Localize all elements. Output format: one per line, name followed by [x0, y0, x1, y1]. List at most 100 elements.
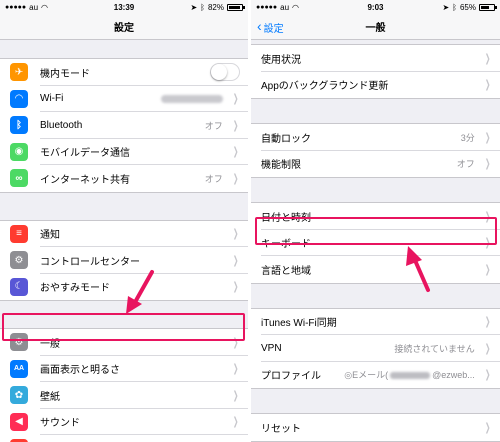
row-value: オフ — [456, 159, 475, 170]
settings-row[interactable]: 使用状況 ❯ — [251, 45, 500, 72]
wifi-status-icon: ◠ — [41, 2, 49, 12]
settings-row[interactable]: AA 画面表示と明るさ ❯ — [0, 356, 248, 382]
row-label: iTunes Wi-Fi同期 — [261, 318, 337, 330]
settings-row[interactable]: リセット ❯ — [251, 414, 500, 441]
chevron-right-icon: ❯ — [484, 52, 491, 65]
display-brightness-icon: AA — [10, 359, 28, 378]
row-label: サウンド — [40, 418, 80, 430]
settings-row[interactable]: Appのバックグラウンド更新 ❯ — [251, 72, 500, 99]
settings-row[interactable]: ᛒ Bluetooth オフ ❯ — [0, 112, 248, 139]
settings-row[interactable]: 機能制限 オフ ❯ — [251, 151, 500, 178]
settings-group: 自動ロック 3分 ❯ 機能制限 オフ ❯ — [251, 124, 500, 178]
row-label: プロファイル — [261, 371, 321, 383]
chevron-right-icon: ❯ — [484, 369, 491, 382]
row-value: ◎Eメール( @ezweb... — [344, 368, 475, 381]
row-label: コントロールセンター — [40, 256, 140, 268]
chevron-left-icon: ‹ — [257, 18, 262, 34]
hotspot-icon: ∞ — [10, 169, 28, 188]
row-label: 自動ロック — [261, 133, 311, 145]
chevron-right-icon: ❯ — [484, 421, 491, 434]
settings-row[interactable]: キーボード ❯ — [251, 230, 500, 256]
bluetooth-status-icon: ᛒ — [200, 2, 205, 12]
redacted-network-name — [160, 94, 223, 103]
airplane-mode-toggle[interactable] — [210, 63, 240, 82]
row-value: オフ — [204, 120, 223, 131]
row-label: 使用状況 — [261, 54, 301, 66]
chevron-right-icon: ❯ — [232, 254, 239, 267]
row-label: モバイルデータ通信 — [40, 148, 130, 160]
airplane-icon: ✈ — [10, 63, 28, 82]
back-button[interactable]: ‹ 設定 — [257, 14, 284, 40]
battery-percent: 82% — [207, 2, 224, 12]
wifi-icon: ◠ — [10, 89, 28, 108]
settings-row[interactable]: 言語と地域 ❯ — [251, 256, 500, 283]
settings-row[interactable]: プロファイル ◎Eメール( @ezweb... ❯ — [251, 362, 500, 389]
chevron-right-icon: ❯ — [484, 263, 491, 276]
settings-row[interactable]: ≡ 通知 ❯ — [0, 221, 248, 247]
row-label: キーボード — [261, 239, 311, 251]
redacted-email — [390, 372, 431, 380]
signal-dots-icon: ●●●●● — [5, 3, 27, 11]
sound-icon: ◀ — [10, 412, 28, 431]
row-label: 壁紙 — [40, 391, 60, 403]
page-title: 設定 — [114, 23, 134, 34]
settings-group: 使用状況 ❯ Appのバックグラウンド更新 ❯ — [251, 45, 500, 99]
settings-row[interactable]: ⚙ コントロールセンター ❯ — [0, 247, 248, 274]
chevron-right-icon: ❯ — [484, 131, 491, 144]
row-label: 機能制限 — [261, 160, 301, 172]
settings-row[interactable]: ◠ Wi-Fi ❯ — [0, 86, 248, 112]
settings-row[interactable]: 自動ロック 3分 ❯ — [251, 124, 500, 151]
chevron-right-icon: ❯ — [232, 172, 239, 185]
settings-row[interactable]: ✈ 機内モード — [0, 59, 248, 86]
settings-group: ⚙ 一般 ❯ AA 画面表示と明るさ ❯ ✿ 壁紙 ❯ ◀ サウンド ❯ ◎Touch IDとパスコード… — [0, 329, 248, 442]
chevron-right-icon: ❯ — [484, 342, 491, 355]
status-bar: ●●●●● au ◠ 9:03 ➤ ᛒ 65% — [251, 0, 500, 14]
cellular-icon: ◉ — [10, 142, 28, 161]
settings-row[interactable]: 日付と時刻 ❯ — [251, 203, 500, 230]
battery-icon — [227, 3, 245, 11]
settings-row[interactable]: ∞ インターネット共有 オフ ❯ — [0, 165, 248, 192]
profile-value-suffix: @ezweb... — [432, 370, 475, 381]
chevron-right-icon: ❯ — [232, 336, 239, 349]
settings-group: リセット ❯ — [251, 414, 500, 442]
settings-row[interactable]: ☾ おやすみモード ❯ — [0, 274, 248, 301]
settings-group: ≡ 通知 ❯ ⚙ コントロールセンター ❯ ☾ おやすみモード ❯ — [0, 220, 248, 301]
section-gap — [0, 301, 248, 329]
profile-value-prefix: ◎Eメール( — [344, 370, 389, 381]
chevron-right-icon: ❯ — [232, 228, 239, 241]
location-icon: ➤ — [190, 2, 198, 12]
row-label: リセット — [261, 423, 301, 435]
row-label: 日付と時刻 — [261, 212, 311, 224]
settings-row[interactable]: ◉ モバイルデータ通信 ❯ — [0, 139, 248, 165]
section-gap — [0, 40, 248, 59]
chevron-right-icon: ❯ — [484, 79, 491, 92]
row-label: 通知 — [40, 230, 60, 242]
section-gap — [251, 99, 500, 124]
carrier-label: au — [280, 2, 290, 12]
row-label: 一般 — [40, 338, 60, 350]
settings-row[interactable]: VPN 接続されていません ❯ — [251, 335, 500, 362]
section-gap — [0, 192, 248, 221]
chevron-right-icon: ❯ — [232, 363, 239, 376]
chevron-right-icon: ❯ — [232, 146, 239, 159]
row-label: 機内モード — [40, 68, 90, 80]
notifications-icon: ≡ — [10, 224, 28, 243]
bluetooth-icon: ᛒ — [10, 116, 28, 135]
wifi-status-icon: ◠ — [292, 2, 300, 12]
signal-dots-icon: ●●●●● — [256, 3, 278, 11]
battery-icon — [479, 3, 497, 11]
settings-row[interactable]: ⚙ 一般 ❯ — [0, 329, 248, 356]
settings-screen: ●●●●● au ◠ 13:39 ➤ ᛒ 82% 設定 ✈ 機内モード ◠ Wi-Fi… — [0, 0, 248, 442]
back-label: 設定 — [263, 23, 284, 35]
chevron-right-icon: ❯ — [484, 316, 491, 329]
chevron-right-icon: ❯ — [232, 389, 239, 402]
settings-group: ✈ 機内モード ◠ Wi-Fi ❯ ᛒ Bluetooth オフ ❯ ◉ モバイルデータ通信 ❯ ∞ イン… — [0, 59, 248, 193]
chevron-right-icon: ❯ — [232, 281, 239, 294]
row-label: VPN — [261, 342, 282, 354]
carrier-label: au — [29, 2, 39, 12]
row-value: 3分 — [460, 132, 475, 143]
settings-row[interactable]: iTunes Wi-Fi同期 ❯ — [251, 309, 500, 335]
settings-row[interactable]: ✿ 壁紙 ❯ — [0, 382, 248, 409]
settings-row[interactable]: ◀ サウンド ❯ — [0, 409, 248, 435]
settings-row[interactable]: ◎Touch IDとパスコード❯ — [0, 435, 248, 442]
